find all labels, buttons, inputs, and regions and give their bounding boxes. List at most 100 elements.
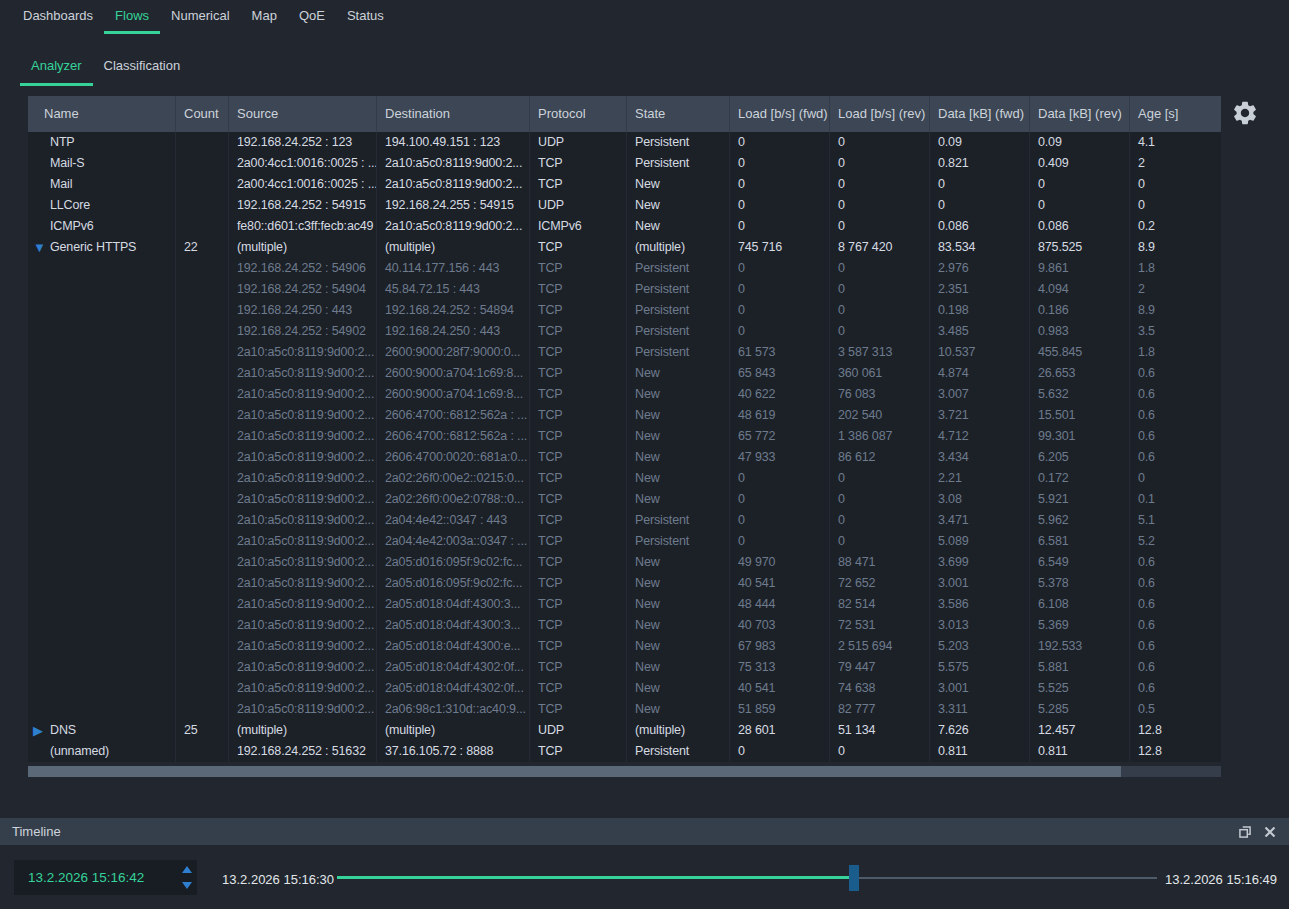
cell-load-rev: 51 134 xyxy=(830,720,930,741)
flow-table: Name Count Source Destination Protocol S… xyxy=(28,96,1221,762)
cell-age: 0.6 xyxy=(1130,405,1221,426)
table-horizontal-scrollbar[interactable] xyxy=(28,766,1221,777)
table-row[interactable]: 2a10:a5c0:8119:9d00:2... 2a02:26f0:00e2:… xyxy=(28,489,1221,510)
timeline-slider-handle[interactable] xyxy=(849,865,859,891)
column-header-source[interactable]: Source xyxy=(229,96,377,132)
table-row[interactable]: 2a10:a5c0:8119:9d00:2... 2a06:98c1:310d:… xyxy=(28,699,1221,720)
cell-state: New xyxy=(627,489,730,510)
table-row[interactable]: 192.168.24.252 : 54906 40.114.177.156 : … xyxy=(28,258,1221,279)
tab-classification[interactable]: Classification xyxy=(93,52,192,86)
cell-source: 2a10:a5c0:8119:9d00:2... xyxy=(229,615,377,636)
spinner-up-icon[interactable] xyxy=(182,866,192,873)
table-row[interactable]: 2a10:a5c0:8119:9d00:2... 2a05:d018:04df:… xyxy=(28,657,1221,678)
table-row[interactable]: NTP 192.168.24.252 : 123 194.100.49.151 … xyxy=(28,132,1221,153)
scrollbar-thumb[interactable] xyxy=(28,766,1121,777)
table-row[interactable]: 2a10:a5c0:8119:9d00:2... 2a05:d018:04df:… xyxy=(28,594,1221,615)
cell-load-fwd: 0 xyxy=(730,489,830,510)
nav-qoe[interactable]: QoE xyxy=(288,0,336,34)
cell-name: Mail xyxy=(28,174,176,195)
flow-table-header: Name Count Source Destination Protocol S… xyxy=(28,96,1221,132)
cell-age: 0.6 xyxy=(1130,657,1221,678)
restore-icon[interactable] xyxy=(1239,826,1251,838)
table-row[interactable]: ICMPv6 fe80::d601:c3ff:fecb:ac49 2a10:a5… xyxy=(28,216,1221,237)
column-header-protocol[interactable]: Protocol xyxy=(530,96,627,132)
timeline-time-input[interactable] xyxy=(14,860,174,895)
cell-data-fwd: 0 xyxy=(930,174,1030,195)
column-header-load-rev[interactable]: Load [b/s] (rev) xyxy=(830,96,930,132)
cell-count xyxy=(176,468,229,489)
timeline-time-input-box xyxy=(14,860,197,895)
table-row[interactable]: 2a10:a5c0:8119:9d00:2... 2a05:d018:04df:… xyxy=(28,636,1221,657)
table-row[interactable]: (unnamed) 192.168.24.252 : 51632 37.16.1… xyxy=(28,741,1221,762)
spinner-down-icon[interactable] xyxy=(182,882,192,889)
table-row[interactable]: 2a10:a5c0:8119:9d00:2... 2a05:d018:04df:… xyxy=(28,678,1221,699)
cell-count xyxy=(176,594,229,615)
table-row[interactable]: 2a10:a5c0:8119:9d00:2... 2a05:d016:095f:… xyxy=(28,552,1221,573)
column-header-state[interactable]: State xyxy=(627,96,730,132)
cell-name: ICMPv6 xyxy=(28,216,176,237)
cell-data-fwd: 3.699 xyxy=(930,552,1030,573)
nav-flows[interactable]: Flows xyxy=(104,0,160,34)
column-header-destination[interactable]: Destination xyxy=(377,96,530,132)
table-row[interactable]: 2a10:a5c0:8119:9d00:2... 2a04:4e42::0347… xyxy=(28,510,1221,531)
cell-data-fwd: 5.575 xyxy=(930,657,1030,678)
table-row[interactable]: 2a10:a5c0:8119:9d00:2... 2a05:d016:095f:… xyxy=(28,573,1221,594)
cell-age: 5.2 xyxy=(1130,531,1221,552)
column-header-age[interactable]: Age [s] xyxy=(1130,96,1221,132)
flow-name: LLCore xyxy=(50,195,90,216)
cell-data-rev: 5.525 xyxy=(1030,678,1130,699)
cell-count xyxy=(176,258,229,279)
table-row[interactable]: 2a10:a5c0:8119:9d00:2... 2606:4700::6812… xyxy=(28,405,1221,426)
table-row[interactable]: 2a10:a5c0:8119:9d00:2... 2600:9000:28f7:… xyxy=(28,342,1221,363)
table-row[interactable]: 192.168.24.252 : 54902 192.168.24.250 : … xyxy=(28,321,1221,342)
table-row[interactable]: Mail-S 2a00:4cc1:0016::0025 : ... 2a10:a… xyxy=(28,153,1221,174)
cell-name xyxy=(28,678,176,699)
table-row[interactable]: Mail 2a00:4cc1:0016::0025 : ... 2a10:a5c… xyxy=(28,174,1221,195)
cell-destination: 2606:4700::6812:562a : ... xyxy=(377,405,530,426)
cell-protocol: TCP xyxy=(530,405,627,426)
nav-map[interactable]: Map xyxy=(241,0,288,34)
nav-numerical[interactable]: Numerical xyxy=(160,0,241,34)
table-row[interactable]: ▼Generic HTTPS 22 (multiple) (multiple) … xyxy=(28,237,1221,258)
table-row[interactable]: 2a10:a5c0:8119:9d00:2... 2600:9000:a704:… xyxy=(28,384,1221,405)
timeline-title: Timeline xyxy=(0,824,61,839)
column-header-data-fwd[interactable]: Data [kB] (fwd) xyxy=(930,96,1030,132)
table-row[interactable]: 2a10:a5c0:8119:9d00:2... 2600:9000:a704:… xyxy=(28,363,1221,384)
table-row[interactable]: LLCore 192.168.24.252 : 54915 192.168.24… xyxy=(28,195,1221,216)
cell-load-rev: 74 638 xyxy=(830,678,930,699)
nav-status[interactable]: Status xyxy=(336,0,395,34)
table-row[interactable]: 2a10:a5c0:8119:9d00:2... 2a02:26f0:00e2:… xyxy=(28,468,1221,489)
column-header-count[interactable]: Count xyxy=(176,96,229,132)
cell-data-rev: 99.301 xyxy=(1030,426,1130,447)
table-row[interactable]: 2a10:a5c0:8119:9d00:2... 2a04:4e42:003a:… xyxy=(28,531,1221,552)
tab-analyzer[interactable]: Analyzer xyxy=(20,52,93,86)
cell-source: 192.168.24.250 : 443 xyxy=(229,300,377,321)
table-row[interactable]: 2a10:a5c0:8119:9d00:2... 2606:4700:0020:… xyxy=(28,447,1221,468)
expand-triangle-icon[interactable]: ▼ xyxy=(33,237,50,258)
table-row[interactable]: 192.168.24.252 : 54904 45.84.72.15 : 443… xyxy=(28,279,1221,300)
cell-state: New xyxy=(627,447,730,468)
cell-count xyxy=(176,573,229,594)
nav-dashboards[interactable]: Dashboards xyxy=(12,0,104,34)
cell-data-rev: 0.983 xyxy=(1030,321,1130,342)
cell-load-rev: 360 061 xyxy=(830,363,930,384)
gear-icon[interactable] xyxy=(1231,99,1259,127)
cell-age: 3.5 xyxy=(1130,321,1221,342)
cell-load-rev: 82 514 xyxy=(830,594,930,615)
cell-load-rev: 0 xyxy=(830,132,930,153)
cell-data-rev: 0.186 xyxy=(1030,300,1130,321)
table-row[interactable]: 2a10:a5c0:8119:9d00:2... 2606:4700::6812… xyxy=(28,426,1221,447)
expand-triangle-icon[interactable]: ▶ xyxy=(33,720,50,741)
cell-source: 2a10:a5c0:8119:9d00:2... xyxy=(229,636,377,657)
cell-load-rev: 72 652 xyxy=(830,573,930,594)
table-row[interactable]: 2a10:a5c0:8119:9d00:2... 2a05:d018:04df:… xyxy=(28,615,1221,636)
cell-destination: 2a10:a5c0:8119:9d00:2... xyxy=(377,216,530,237)
column-header-name[interactable]: Name xyxy=(28,96,176,132)
table-row[interactable]: ▶DNS 25 (multiple) (multiple) UDP (multi… xyxy=(28,720,1221,741)
cell-age: 0.6 xyxy=(1130,573,1221,594)
column-header-data-rev[interactable]: Data [kB] (rev) xyxy=(1030,96,1130,132)
table-row[interactable]: 192.168.24.250 : 443 192.168.24.252 : 54… xyxy=(28,300,1221,321)
cell-name: NTP xyxy=(28,132,176,153)
column-header-load-fwd[interactable]: Load [b/s] (fwd) xyxy=(730,96,830,132)
close-icon[interactable] xyxy=(1264,826,1276,838)
